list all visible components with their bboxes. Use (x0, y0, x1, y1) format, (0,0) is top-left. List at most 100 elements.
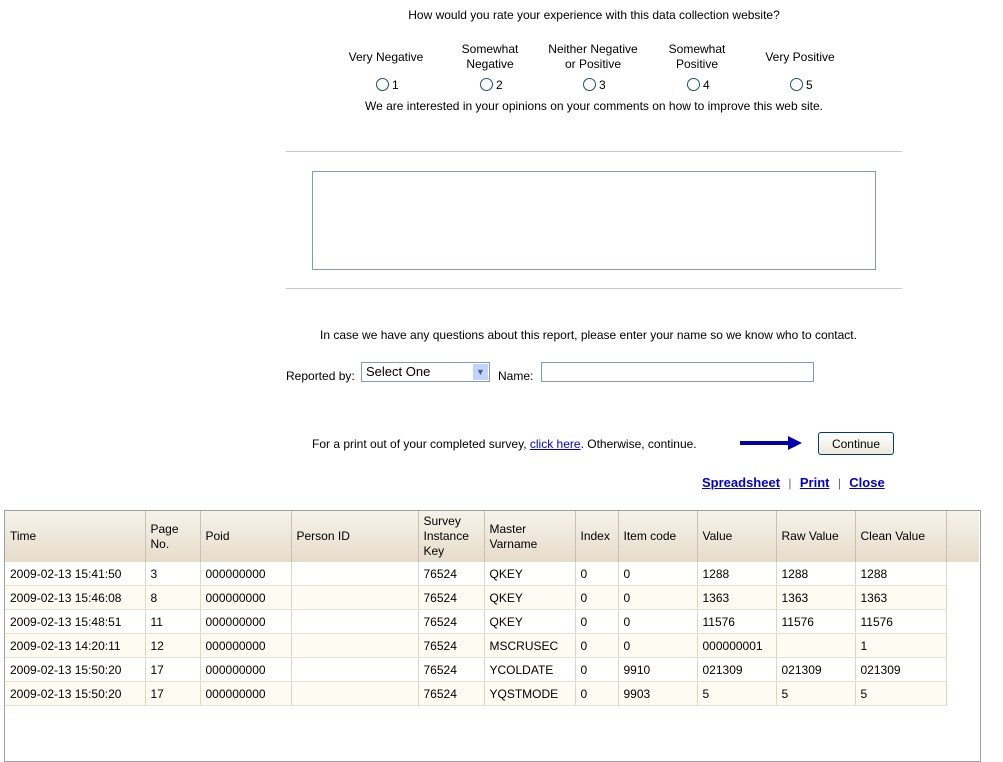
table-cell: 5 (776, 681, 856, 706)
table-cell: 76524 (418, 609, 485, 634)
rating-radio-3[interactable]: 3 (583, 78, 606, 92)
rating-radio-1[interactable]: 1 (376, 78, 399, 92)
table-cell: 2009-02-13 15:46:08 (5, 585, 146, 610)
rating-option-1[interactable]: Very Negative (336, 50, 436, 65)
print-text: For a print out of your completed survey… (312, 437, 530, 451)
table-cell (291, 633, 419, 658)
reported-by-select[interactable]: Select One ▼ (361, 362, 490, 382)
table-cell: 76524 (418, 562, 485, 586)
reported-by-label: Reported by: (286, 369, 355, 383)
table-cell: 1363 (855, 585, 947, 610)
rating-value: 3 (599, 78, 606, 92)
table-cell: 0 (575, 681, 619, 706)
table-cell: 0 (618, 585, 698, 610)
table-cell: 000000001 (697, 633, 777, 658)
rating-option-3[interactable]: Neither Negative or Positive (543, 42, 643, 72)
row-filler (946, 657, 979, 682)
data-table-container: Time Page No. Poid Person ID Survey Instance… (4, 510, 981, 762)
rating-option-label: Somewhat Negative (461, 42, 519, 71)
table-cell: 000000000 (200, 657, 292, 682)
table-row[interactable]: 2009-02-13 15:41:50 3 000000000 76524 QKEY 0 0… (5, 562, 979, 586)
column-header[interactable]: Time (5, 511, 146, 562)
table-row[interactable]: 2009-02-13 15:50:20 17 000000000 76524 YCOLD… (5, 657, 979, 682)
row-filler (946, 562, 979, 586)
continue-button[interactable]: Continue (818, 432, 894, 455)
table-cell: 0 (618, 562, 698, 586)
comment-textarea[interactable] (312, 171, 876, 270)
rating-value: 1 (392, 78, 399, 92)
table-cell: 9910 (618, 657, 698, 682)
divider (286, 151, 902, 152)
table-cell: 2009-02-13 15:48:51 (5, 609, 146, 634)
table-cell: 000000000 (200, 681, 292, 706)
table-cell: MSCRUSEC (484, 633, 576, 658)
table-cell: 11576 (776, 609, 856, 634)
table-cell: 0 (618, 609, 698, 634)
table-cell (291, 585, 419, 610)
chevron-down-icon: ▼ (473, 364, 488, 380)
click-here-link[interactable]: click here (530, 437, 581, 451)
column-header[interactable]: Person ID (291, 511, 419, 562)
spreadsheet-link[interactable]: Spreadsheet (702, 475, 780, 490)
row-filler (946, 633, 979, 658)
rating-radio-5[interactable]: 5 (790, 78, 813, 92)
table-cell (291, 562, 419, 586)
radio-button[interactable] (376, 78, 389, 91)
print-instructions: For a print out of your completed survey… (312, 437, 697, 451)
table-cell: QKEY (484, 609, 576, 634)
contact-prompt: In case we have any questions about this… (320, 328, 857, 342)
table-cell: 2009-02-13 15:50:20 (5, 657, 146, 682)
table-cell: QKEY (484, 585, 576, 610)
table-cell: 1363 (776, 585, 856, 610)
table-row[interactable]: 2009-02-13 14:20:11 12 000000000 76524 MSCRU… (5, 633, 979, 658)
rating-option-4[interactable]: Somewhat Positive (647, 42, 747, 72)
table-cell: 5 (697, 681, 777, 706)
column-header[interactable]: Item code (618, 511, 698, 562)
table-row[interactable]: 2009-02-13 15:46:08 8 000000000 76524 QKEY 0 0… (5, 585, 979, 610)
rating-question: How would you rate your experience with … (408, 8, 780, 22)
radio-button[interactable] (790, 78, 803, 91)
close-link[interactable]: Close (849, 475, 884, 490)
column-header[interactable]: Value (697, 511, 777, 562)
column-header[interactable]: Poid (200, 511, 292, 562)
print-link[interactable]: Print (800, 475, 830, 490)
table-cell: 11576 (855, 609, 947, 634)
table-cell: 0 (575, 633, 619, 658)
rating-radio-4[interactable]: 4 (687, 78, 710, 92)
column-header[interactable]: Survey Instance Key (418, 511, 485, 562)
column-header[interactable]: Raw Value (776, 511, 856, 562)
rating-radio-2[interactable]: 2 (480, 78, 503, 92)
table-cell: 000000000 (200, 633, 292, 658)
table-cell (776, 633, 856, 658)
radio-button[interactable] (687, 78, 700, 91)
table-cell: 1288 (776, 562, 856, 586)
table-row[interactable]: 2009-02-13 15:48:51 11 000000000 76524 QKEY 0… (5, 609, 979, 634)
rating-option-2[interactable]: Somewhat Negative (440, 42, 540, 72)
table-cell: 76524 (418, 657, 485, 682)
action-links: Spreadsheet | Print | Close (702, 475, 885, 490)
column-header[interactable]: Master Varname (484, 511, 576, 562)
link-separator: | (788, 476, 792, 490)
table-cell: 11576 (697, 609, 777, 634)
column-header[interactable]: Page No. (145, 511, 201, 562)
comment-prompt: We are interested in your opinions on yo… (364, 99, 823, 113)
name-input[interactable] (541, 362, 814, 382)
table-cell: 1363 (697, 585, 777, 610)
table-cell (291, 609, 419, 634)
table-cell: 0 (575, 562, 619, 586)
radio-button[interactable] (583, 78, 596, 91)
table-cell: 1 (855, 633, 947, 658)
table-cell: 000000000 (200, 585, 292, 610)
rating-option-5[interactable]: Very Positive (750, 50, 850, 65)
table-cell: 76524 (418, 585, 485, 610)
table-cell: 9903 (618, 681, 698, 706)
arrow-right-icon (740, 436, 802, 450)
radio-button[interactable] (480, 78, 493, 91)
rating-option-label: Somewhat Positive (668, 42, 726, 71)
table-cell: 76524 (418, 681, 485, 706)
table-row[interactable]: 2009-02-13 15:50:20 17 000000000 76524 YQSTM… (5, 681, 979, 706)
table-cell (291, 657, 419, 682)
column-header[interactable]: Clean Value (855, 511, 947, 562)
column-header[interactable]: Index (575, 511, 619, 562)
rating-value: 2 (496, 78, 503, 92)
